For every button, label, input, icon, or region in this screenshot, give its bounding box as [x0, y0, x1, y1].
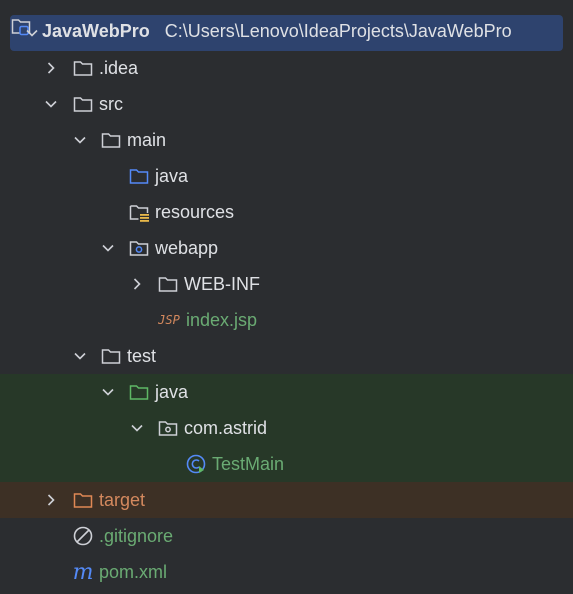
chevron-down-icon[interactable] — [41, 86, 61, 122]
tree-item-label: java — [155, 165, 189, 186]
tree-item-web-inf[interactable]: WEB-INF — [0, 266, 573, 302]
chevron-down-icon[interactable] — [98, 230, 118, 266]
chevron-right-icon[interactable] — [41, 482, 61, 518]
tree-item-com-astrid[interactable]: com.astrid — [0, 410, 573, 446]
tree-item-label: main — [127, 129, 167, 150]
source-folder-icon — [128, 165, 150, 187]
chevron-down-icon[interactable] — [127, 410, 147, 446]
tree-item-webapp[interactable]: webapp — [0, 230, 573, 266]
project-path: C:\Users\Lenovo\IdeaProjects\JavaWebPro — [164, 21, 512, 41]
chevron-down-icon[interactable] — [70, 338, 90, 374]
tree-item-label: java — [155, 381, 189, 402]
excluded-folder-icon — [72, 489, 94, 511]
tree-item-testmain[interactable]: TestMain — [0, 446, 573, 482]
tree-item-label: test — [127, 345, 157, 366]
package-icon — [157, 417, 179, 439]
chevron-right-icon[interactable] — [41, 50, 61, 86]
jsp-file-icon: JSP — [158, 313, 180, 327]
tree-item-label: .idea — [99, 57, 139, 78]
project-tree: JavaWebPro C:\Users\Lenovo\IdeaProjects\… — [0, 0, 573, 594]
tree-item-src[interactable]: src — [0, 86, 573, 122]
test-source-folder-icon — [128, 381, 150, 403]
folder-icon — [100, 345, 122, 367]
test-class-icon — [185, 453, 207, 475]
project-root-row[interactable]: JavaWebPro C:\Users\Lenovo\IdeaProjects\… — [10, 15, 563, 51]
tree-item-label: target — [99, 489, 146, 510]
tree-item-label: pom.xml — [99, 561, 168, 582]
tree-item-test-java[interactable]: java — [0, 374, 573, 410]
folder-icon — [100, 129, 122, 151]
project-name: JavaWebPro — [42, 21, 150, 41]
web-folder-icon — [128, 237, 150, 259]
tree-item-target[interactable]: target — [0, 482, 573, 518]
folder-icon — [72, 57, 94, 79]
maven-file-icon: m — [72, 559, 94, 585]
tree-item-pom-xml[interactable]: m pom.xml — [0, 554, 573, 590]
tree-item-test[interactable]: test — [0, 338, 573, 374]
tree-item-label: index.jsp — [186, 309, 258, 330]
folder-icon — [72, 93, 94, 115]
tree-item-gitignore[interactable]: .gitignore — [0, 518, 573, 554]
tree-item-label: src — [99, 93, 123, 114]
tree-item-resources[interactable]: resources — [0, 194, 573, 230]
chevron-down-icon[interactable] — [70, 122, 90, 158]
chevron-down-icon[interactable] — [22, 15, 42, 51]
tree-item-main[interactable]: main — [0, 122, 573, 158]
ignore-file-icon — [72, 525, 94, 547]
chevron-right-icon[interactable] — [127, 266, 147, 302]
tree-item-index-jsp[interactable]: JSP index.jsp — [0, 302, 573, 338]
tree-item-main-java[interactable]: java — [0, 158, 573, 194]
tree-item-label: com.astrid — [184, 417, 268, 438]
folder-icon — [157, 273, 179, 295]
tree-item-label: WEB-INF — [184, 273, 260, 294]
tree-item-idea[interactable]: .idea — [0, 50, 573, 86]
tree-item-label: .gitignore — [99, 525, 174, 546]
tree-item-label: webapp — [155, 237, 219, 258]
chevron-down-icon[interactable] — [98, 374, 118, 410]
resources-folder-icon — [128, 201, 150, 223]
tree-item-label: resources — [155, 201, 235, 222]
tree-item-label: TestMain — [212, 453, 285, 474]
